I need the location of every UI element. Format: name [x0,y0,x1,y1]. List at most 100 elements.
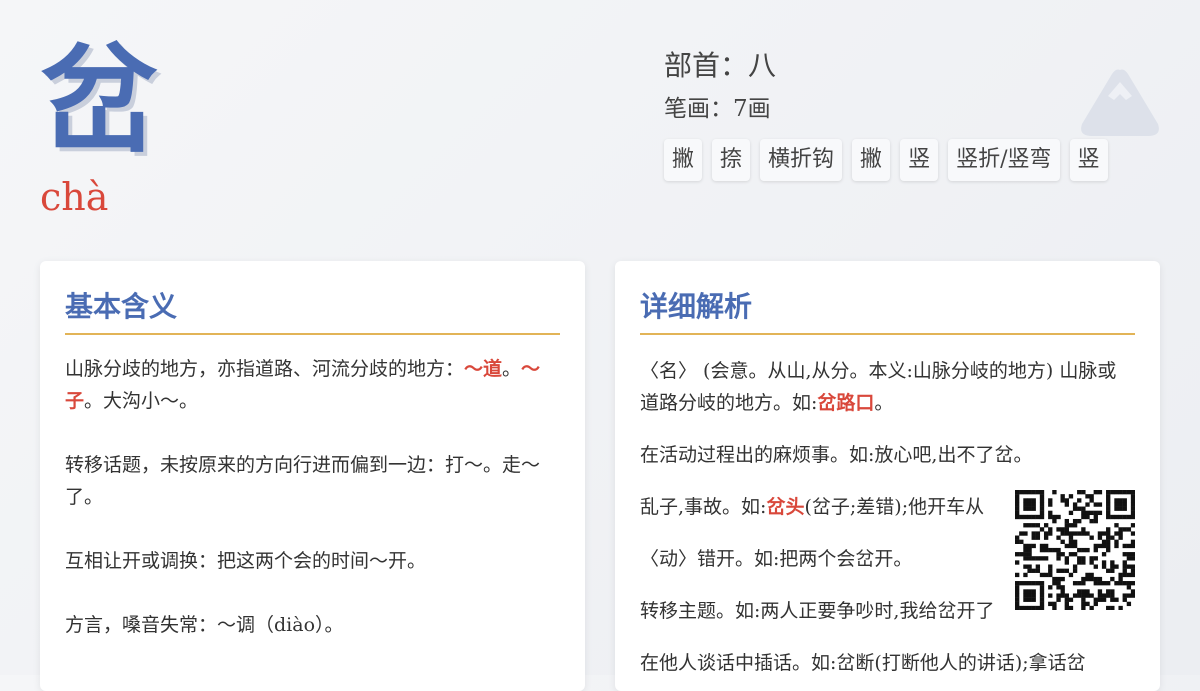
qr-module [1089,535,1094,540]
meaning-text: 在活动过程出的麻烦事。如:放心吧,出不了岔。 [640,444,1033,466]
qr-module [1068,572,1074,578]
qr-module [1039,597,1045,602]
qr-module [1031,531,1036,536]
qr-module [1060,498,1065,503]
qr-module [1015,498,1020,503]
qr-module [1085,510,1090,516]
qr-module [1064,597,1069,602]
qr-module [1130,514,1135,520]
stroke-item: 竖 [900,139,939,181]
qr-module [1106,568,1111,573]
qr-module [1114,490,1119,495]
qr-module [1060,494,1065,499]
qr-module [1015,510,1020,516]
qr-module [1130,502,1135,507]
highlight-term: 岔路口 [817,392,875,414]
qr-module [1114,502,1119,507]
qr-module [1072,523,1078,528]
qr-module [1114,514,1119,520]
qr-module [1023,531,1028,536]
qr-module [1110,560,1115,565]
qr-module [1068,535,1074,540]
qr-module [1052,576,1057,582]
qr-module [1064,560,1069,565]
qr-module [1097,597,1103,602]
qr-module [1101,560,1107,565]
qr-module [1081,547,1086,553]
qr-module [1118,531,1123,536]
qr-module [1085,531,1090,536]
qr-module [1110,597,1115,602]
qr-module [1023,581,1028,586]
qr-module [1031,543,1036,549]
qr-module [1027,564,1032,569]
qr-module [1056,585,1061,590]
meaning-text: 。 [874,392,894,414]
qr-module [1110,535,1115,540]
qr-module [1114,543,1119,549]
qr-module [1106,543,1111,549]
qr-module [1122,597,1127,602]
qr-module [1077,556,1082,561]
qr-module [1118,502,1123,507]
qr-module [1072,593,1078,598]
qr-module [1027,593,1032,598]
qr-module [1093,490,1098,495]
qr-module [1023,593,1028,598]
qr-module [1031,490,1036,495]
qr-module [1085,572,1090,578]
qr-module [1048,527,1053,532]
qr-module [1106,514,1111,520]
stroke-item: 捺 [712,139,751,181]
qr-module [1064,518,1069,524]
qr-module [1101,564,1107,569]
qr-module [1122,498,1127,503]
meaning-text: 山脉分歧的地方，亦指道路、河流分歧的地方： [65,358,465,380]
qr-module [1089,576,1094,582]
qr-module [1043,543,1049,549]
qr-module [1130,531,1135,536]
qr-module [1130,564,1135,569]
qr-module [1023,543,1028,549]
highlight-term: ～道 [464,358,503,380]
qr-module [1072,502,1078,507]
qr-module [1039,547,1045,553]
qr-module [1081,601,1086,607]
qr-module [1039,490,1045,495]
qr-module [1035,531,1041,536]
meaning-item: 山脉分歧的地方，亦指道路、河流分歧的地方：～道。～子。大沟小～。 [65,353,560,417]
qr-module [1031,589,1036,594]
qr-module [1106,527,1111,532]
qr-module [1027,547,1032,553]
qr-module [1110,568,1115,573]
qr-module [1039,502,1045,507]
qr-module [1126,572,1132,578]
qr-module [1043,535,1049,540]
qr-module [1056,576,1061,582]
qr-code[interactable] [1015,490,1135,610]
qr-module [1015,514,1020,520]
qr-module [1114,498,1119,503]
qr-module [1118,576,1123,582]
qr-module [1101,531,1107,536]
qr-module [1031,523,1036,528]
mountain-icon [1081,69,1159,136]
qr-module [1130,498,1135,503]
qr-module [1106,510,1111,516]
qr-module [1060,585,1065,590]
qr-module [1027,498,1032,503]
meaning-item: 〈名〉 (会意。从山,从分。本义:山脉分岐的地方) 山脉或道路分岐的地方。如:岔… [640,355,1135,419]
qr-module [1085,593,1090,598]
qr-module [1114,581,1119,586]
qr-module [1110,605,1115,610]
qr-module [1052,547,1057,553]
qr-module [1031,514,1036,520]
qr-module [1077,498,1082,503]
qr-module [1015,572,1020,578]
qr-module [1072,564,1078,569]
qr-module [1056,597,1061,602]
meaning-item: 在他人谈话中插话。如:岔断(打断他人的讲话);拿话岔 [640,647,1135,679]
qr-module [1089,560,1094,565]
qr-module [1126,527,1132,532]
qr-module [1093,556,1098,561]
